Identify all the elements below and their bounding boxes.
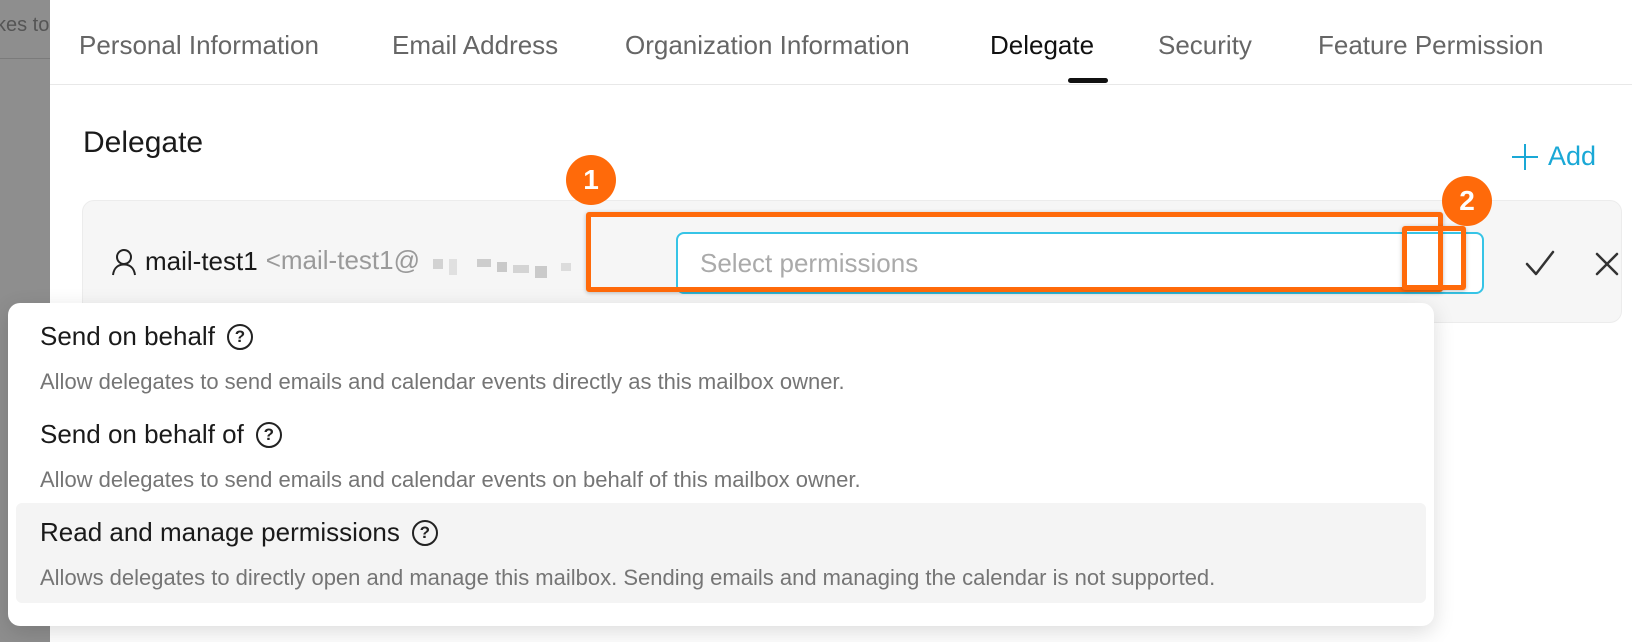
plus-icon [1512,143,1538,170]
help-icon[interactable]: ? [255,421,282,448]
tab-organization-information[interactable]: Organization Information [625,30,910,61]
cancel-button[interactable] [1587,244,1627,284]
add-label: Add [1548,141,1597,171]
option-description: Allow delegates to send emails and calen… [40,467,861,492]
tab-email-address[interactable]: Email Address [392,30,558,61]
section-title: Delegate [83,126,204,159]
option-description: Allow delegates to send emails and calen… [40,369,845,394]
delegate-email: <mail-test1@ [266,245,572,278]
delegate-email-prefix: <mail-test1@ [265,245,420,275]
option-title-row: Send on behalf ? [40,321,253,352]
option-read-and-manage-permissions[interactable]: Read and manage permissions ? Allows del… [16,503,1426,603]
add-delegate-button[interactable]: Add [1512,141,1596,172]
active-tab-indicator [1068,78,1108,83]
help-icon[interactable]: ? [226,323,253,350]
option-title-row: Read and manage permissions ? [40,517,438,548]
option-send-on-behalf[interactable]: Send on behalf ? Allow delegates to send… [16,307,1426,407]
tab-feature-permission[interactable]: Feature Permission [1318,30,1543,61]
option-title: Read and manage permissions [40,517,400,547]
annotation-marker-2: 2 [1442,176,1492,226]
delegate-name: mail-test1 [145,246,258,276]
delegate-user: mail-test1 <mail-test1@ [111,245,572,278]
checkmark-icon [1525,250,1555,276]
redacted-domain [433,256,572,278]
permissions-dropdown: Send on behalf ? Allow delegates to send… [8,303,1434,626]
confirm-button[interactable] [1518,242,1562,286]
close-icon [1595,252,1619,276]
annotation-marker-1: 1 [566,155,616,205]
option-description: Allows delegates to directly open and ma… [40,565,1216,590]
option-title: Send on behalf of [40,419,244,449]
annotation-box-2 [1402,226,1466,290]
tab-delegate[interactable]: Delegate [990,30,1094,61]
tab-security[interactable]: Security [1158,30,1252,61]
help-icon[interactable]: ? [411,519,438,546]
option-title: Send on behalf [40,321,215,351]
option-send-on-behalf-of[interactable]: Send on behalf of ? Allow delegates to s… [16,405,1426,505]
background-divider [0,58,50,59]
user-icon [111,248,137,276]
tab-bar: Personal Information Email Address Organ… [50,0,1632,85]
background-text: kes to [0,14,50,36]
tab-personal-information[interactable]: Personal Information [79,30,319,61]
option-title-row: Send on behalf of ? [40,419,282,450]
annotation-box-1 [586,212,1443,292]
